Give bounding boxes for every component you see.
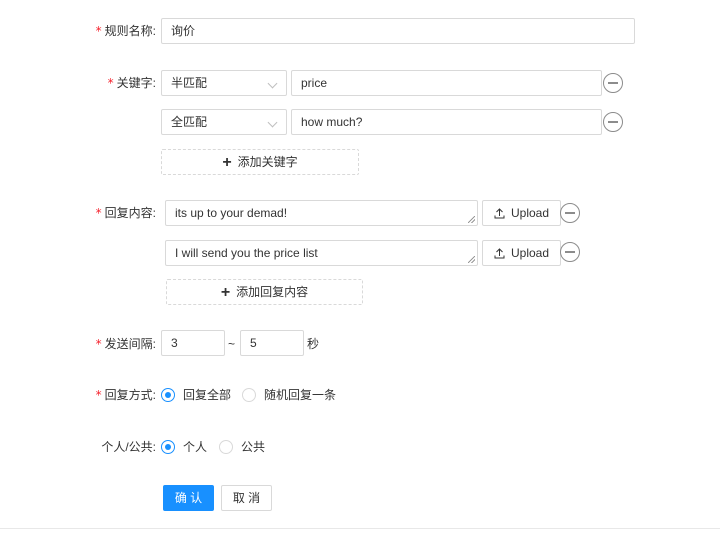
keyword-match-value: 全匹配 <box>171 115 208 129</box>
required-mark: * <box>95 388 102 402</box>
visibility-label-text: 个人/公共: <box>101 440 156 454</box>
required-mark: * <box>95 24 102 38</box>
reply-mode-label: * 回复方式: <box>96 388 156 402</box>
required-mark: * <box>95 206 102 220</box>
add-reply-button[interactable]: + 添加回复内容 <box>166 279 363 305</box>
reply-random-label[interactable]: 随机回复一条 <box>264 388 336 402</box>
resize-handle-icon[interactable] <box>468 216 475 223</box>
rule-name-label: * 规则名称: <box>96 24 156 38</box>
public-label[interactable]: 公共 <box>241 440 265 454</box>
plus-icon: + <box>222 154 232 171</box>
resize-handle-icon[interactable] <box>468 256 475 263</box>
visibility-label: 个人/公共: <box>101 440 156 454</box>
keyword-match-select-1[interactable]: 半匹配 <box>161 70 287 96</box>
add-keyword-label: 添加关键字 <box>237 155 298 169</box>
add-keyword-button[interactable]: + 添加关键字 <box>161 149 359 175</box>
keyword-input-1[interactable]: price <box>291 70 602 96</box>
personal-radio[interactable] <box>161 440 175 454</box>
cancel-button[interactable]: 取 消 <box>221 485 272 511</box>
reply-all-label[interactable]: 回复全部 <box>183 388 231 402</box>
add-reply-label: 添加回复内容 <box>236 285 309 299</box>
keywords-label: * 关键字: <box>108 76 156 90</box>
reply-textarea-1[interactable]: its up to your demad! <box>165 200 478 226</box>
remove-keyword-2-minus-circle-icon[interactable] <box>603 112 623 132</box>
remove-keyword-1-minus-circle-icon[interactable] <box>603 73 623 93</box>
reply-text: I will send you the price list <box>175 246 318 260</box>
reply-text: its up to your demad! <box>175 206 288 220</box>
keyword-match-select-2[interactable]: 全匹配 <box>161 109 287 135</box>
required-mark: * <box>107 76 114 90</box>
upload-label: Upload <box>510 246 550 260</box>
plus-icon: + <box>220 284 231 301</box>
required-mark: * <box>95 337 102 351</box>
public-radio[interactable] <box>219 440 233 454</box>
reply-all-radio[interactable] <box>161 388 175 402</box>
reply-random-radio[interactable] <box>242 388 256 402</box>
replies-label-text: 回复内容: <box>104 206 156 220</box>
reply-mode-label-text: 回复方式: <box>104 388 156 402</box>
interval-label: * 发送间隔: <box>96 337 156 351</box>
remove-reply-2-minus-circle-icon[interactable] <box>560 242 580 262</box>
upload-button-2[interactable]: Upload <box>482 240 561 266</box>
remove-reply-1-minus-circle-icon[interactable] <box>560 203 580 223</box>
interval-separator: ~ <box>228 337 236 351</box>
keyword-input-2[interactable]: how much? <box>291 109 602 135</box>
chevron-down-icon <box>267 78 278 89</box>
interval-label-text: 发送间隔: <box>104 337 156 351</box>
keywords-label-text: 关键字: <box>116 76 156 90</box>
upload-icon <box>494 208 505 219</box>
replies-label: * 回复内容: <box>96 206 156 220</box>
interval-max-input[interactable]: 5 <box>240 330 304 356</box>
rule-name-input[interactable]: 询价 <box>161 18 635 44</box>
confirm-button[interactable]: 确 认 <box>163 485 214 511</box>
chevron-down-icon <box>267 117 278 128</box>
divider <box>0 528 720 529</box>
upload-label: Upload <box>510 206 550 220</box>
interval-min-input[interactable]: 3 <box>161 330 225 356</box>
personal-label[interactable]: 个人 <box>183 440 207 454</box>
upload-icon <box>494 248 505 259</box>
rule-name-label-text: 规则名称: <box>104 24 156 38</box>
interval-unit: 秒 <box>307 337 320 351</box>
upload-button-1[interactable]: Upload <box>482 200 561 226</box>
reply-textarea-2[interactable]: I will send you the price list <box>165 240 478 266</box>
keyword-match-value: 半匹配 <box>171 76 208 90</box>
